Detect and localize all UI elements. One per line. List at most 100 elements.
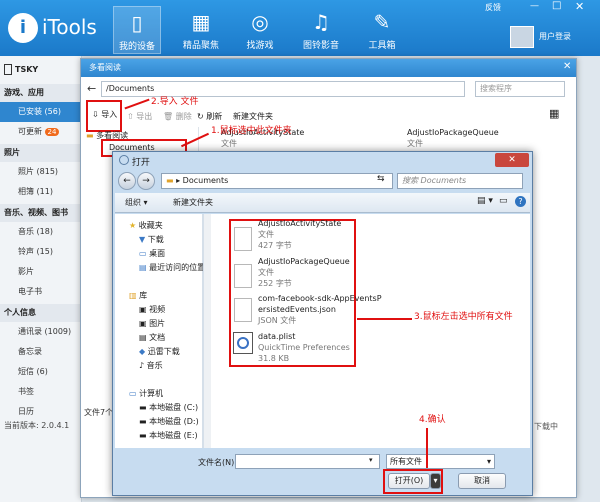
sidebar-item-notes[interactable]: 备忘录 [0, 342, 82, 362]
document-icon: ▤ [139, 333, 147, 342]
device-header[interactable]: TSKY [0, 62, 82, 78]
view-options-icon[interactable]: ▤ ▾ [477, 196, 493, 206]
computer-header[interactable]: ▭ 计算机 [129, 387, 163, 400]
nav-desktop[interactable]: ▭ 桌面 [139, 247, 165, 260]
nav-drive-d[interactable]: ▬ 本地磁盘 (D:) [139, 415, 199, 428]
filename-label: 文件名(N): [198, 458, 237, 467]
nav-my-device[interactable]: ▯ 我的设备 [113, 6, 161, 54]
sidebar-item-sms[interactable]: 短信 (6) [0, 362, 82, 382]
file-item[interactable]: AdjustIoActivityState 文件 427 字节 [258, 218, 341, 251]
wrench-icon: ✎ [373, 10, 391, 34]
recent-places-icon: ▤ [139, 263, 147, 272]
music-note-icon: ♪ [139, 361, 145, 370]
export-button[interactable]: ⇧ 导出 [127, 111, 152, 122]
nav-downloads[interactable]: ▼ 下载 [139, 233, 164, 246]
close-icon[interactable]: ✕ [575, 0, 584, 13]
help-icon[interactable]: ? [515, 196, 526, 207]
sidebar-item-photos[interactable]: 照片 (815) [0, 162, 82, 182]
dialog-address-field[interactable]: ▬ ▸ Documents [161, 173, 393, 189]
delete-button[interactable]: 🗑 删除 [163, 111, 192, 122]
nav-videos[interactable]: ▣ 视频 [139, 303, 165, 316]
file-item[interactable]: AdjustIoPackageQueue 文件 252 字节 [258, 256, 350, 289]
cancel-button[interactable]: 取消 [458, 473, 506, 489]
quicktime-icon [233, 332, 253, 354]
nav-music[interactable]: ♪ 音乐 [139, 359, 163, 372]
filename-input[interactable] [235, 454, 380, 469]
sidebar-item-ringtones[interactable]: 铃声 (15) [0, 242, 82, 262]
open-button[interactable]: 打开(O) [388, 473, 430, 489]
dialog-close-icon[interactable]: ✕ [495, 153, 529, 167]
desktop-icon: ▭ [139, 249, 147, 258]
import-icon: ⇩ [92, 110, 99, 119]
nav-drive-c[interactable]: ▬ 本地磁盘 (C:) [139, 401, 198, 414]
annotation-step1: 1.鼠标选中此文件夹 [211, 126, 292, 136]
sidebar-item-ebooks[interactable]: 电子书 [0, 282, 82, 302]
star-icon: ★ [129, 221, 137, 230]
dialog-app-icon [119, 155, 129, 165]
sidebar-item-contacts[interactable]: 通讯录 (1009) [0, 322, 82, 342]
filename-dropdown-icon[interactable]: ▾ [369, 456, 373, 464]
file-type-select[interactable]: 所有文件 ▾ [386, 454, 495, 469]
file-item[interactable]: data.plist QuickTime Preferences 31.8 KB [258, 331, 350, 364]
reader-search-field[interactable]: 搜索程序 [475, 81, 565, 97]
annotation-step4: 4.确认 [419, 415, 446, 425]
dialog-back-button[interactable]: ← [118, 172, 136, 190]
organize-button[interactable]: 组织 ▾ [125, 197, 148, 208]
minimize-icon[interactable]: — [530, 1, 539, 11]
nav-pane-scrollbar[interactable] [203, 214, 211, 448]
export-icon: ⇧ [127, 112, 134, 121]
section-photos: 照片 [0, 144, 82, 162]
nav-toolbox[interactable]: ✎ 工具箱 [358, 6, 406, 54]
reader-close-icon[interactable]: ✕ [563, 61, 571, 72]
annotation-step2: 2.导入 文件 [151, 97, 199, 107]
dialog-search-field[interactable]: 搜索 Documents [397, 173, 523, 189]
nav-games[interactable]: ◎ 找游戏 [236, 6, 284, 54]
gamepad-icon: ◎ [251, 10, 269, 34]
nav-drive-e[interactable]: ▬ 本地磁盘 (E:) [139, 429, 198, 442]
dialog-new-folder-button[interactable]: 新建文件夹 [173, 197, 213, 208]
reader-status: 文件7个 [84, 408, 114, 417]
device-sidebar: TSKY 游戏、应用 已安装 (56) 可更新 24 照片 照片 (815) 相… [0, 56, 82, 502]
sidebar-item-installed[interactable]: 已安装 (56) [0, 102, 82, 122]
dialog-title: 打开 [119, 155, 150, 168]
refresh-button[interactable]: ↻ 刷新 [197, 111, 222, 122]
sidebar-item-music[interactable]: 音乐 (18) [0, 222, 82, 242]
sidebar-item-updates[interactable]: 可更新 24 [0, 122, 82, 142]
maximize-icon[interactable]: □ [552, 0, 561, 11]
bg-file-2[interactable]: AdjustIoPackageQueue 文件 [407, 127, 499, 149]
sidebar-item-movies[interactable]: 影片 [0, 262, 82, 282]
feedback-link[interactable]: 反馈 [485, 2, 501, 13]
folder-icon: ▬ [86, 131, 94, 140]
dialog-refresh-icon[interactable]: ⇆ [377, 174, 385, 184]
new-folder-button[interactable]: 新建文件夹 [233, 111, 273, 122]
computer-icon: ▭ [129, 389, 137, 398]
chevron-down-icon: ▾ [486, 457, 491, 466]
nav-media[interactable]: ♫ 图铃影音 [297, 6, 345, 54]
dialog-forward-button[interactable]: → [137, 172, 155, 190]
avatar[interactable] [510, 26, 534, 48]
library-header[interactable]: ▥ 库 [129, 289, 147, 302]
file-item[interactable]: com-facebook-sdk-AppEventsP ersistedEven… [258, 293, 382, 326]
back-button[interactable]: ← [87, 82, 96, 95]
library-icon: ▥ [129, 291, 137, 300]
video-icon: ▣ [139, 305, 147, 314]
nav-pictures[interactable]: ▣ 图片 [139, 317, 165, 330]
open-dropdown-icon[interactable]: ▾ [430, 473, 441, 489]
reader-title: 多看阅读 [81, 59, 576, 77]
sidebar-item-bookmarks[interactable]: 书签 [0, 382, 82, 402]
nav-documents[interactable]: ▤ 文档 [139, 331, 165, 344]
nav-featured[interactable]: ▦ 精品聚焦 [177, 6, 225, 54]
gallery-icon: ▦ [191, 10, 211, 34]
sidebar-item-calendar[interactable]: 日历 [0, 402, 82, 422]
view-toggle-icon[interactable]: ▦ [549, 107, 559, 120]
file-icon [234, 227, 252, 251]
login-link[interactable]: 用户登录 [539, 31, 571, 42]
preview-pane-icon[interactable]: ▭ [499, 196, 508, 206]
nav-recent[interactable]: ▤ 最近访问的位置 [139, 261, 205, 274]
refresh-icon: ↻ [197, 112, 204, 121]
disk-icon: ▬ [139, 417, 147, 426]
favorites-header[interactable]: ★ 收藏夹 [129, 219, 163, 232]
nav-thunder-downloads[interactable]: ◆ 迅雷下载 [139, 345, 180, 358]
sidebar-item-albums[interactable]: 相簿 (11) [0, 182, 82, 202]
update-count-badge: 24 [44, 128, 60, 136]
